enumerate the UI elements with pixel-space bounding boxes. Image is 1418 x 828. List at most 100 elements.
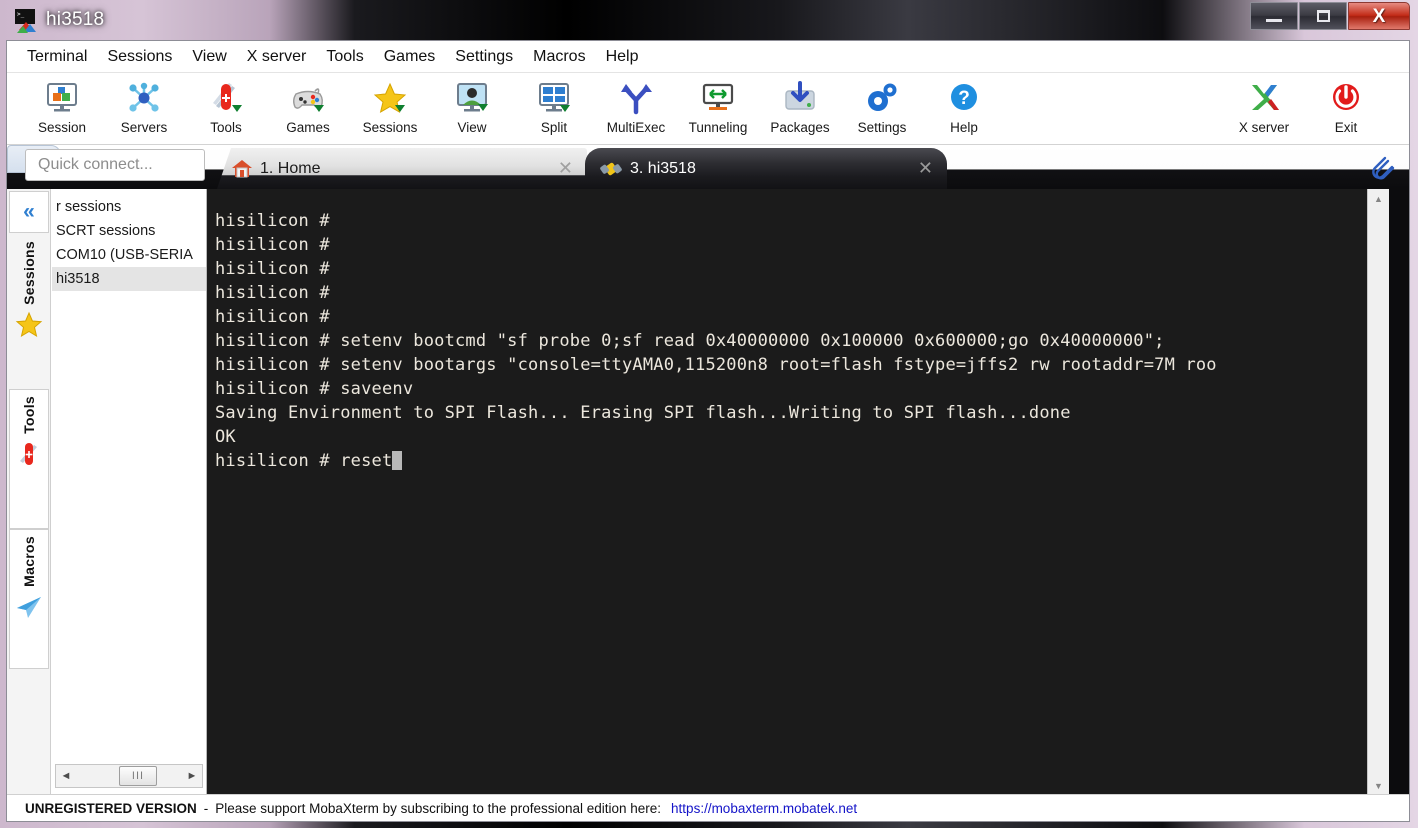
toolbar-x-server-button[interactable]: X server (1223, 75, 1305, 135)
sidebar-tab-macros-label: Macros (21, 536, 37, 587)
settings-gear-icon (868, 83, 897, 111)
toolbar-split-label: Split (540, 120, 568, 135)
tab-home-close-icon[interactable]: ✕ (558, 159, 573, 177)
toolbar-session-button[interactable]: Session (21, 75, 103, 135)
toolbar-packages-button[interactable]: Packages (759, 75, 841, 135)
terminal-line: hisilicon # setenv bootargs "console=tty… (215, 355, 1217, 375)
window-controls: X (1250, 2, 1410, 30)
toolbar-left-group: Session Servers Tools Games Sessions Vie… (21, 75, 1005, 135)
session-tree[interactable]: r sessions SCRT sessions COM10 (USB-SERI… (52, 189, 206, 769)
serial-plug-icon (600, 162, 622, 175)
title-bar[interactable]: >_ hi3518 X (0, 0, 1418, 42)
terminal-output: hisilicon # hisilicon # hisilicon # hisi… (215, 209, 1389, 473)
mobaxterm-window: >_ hi3518 X Terminal Sessions View X ser… (0, 0, 1418, 828)
status-link[interactable]: https://mobaxterm.mobatek.net (671, 801, 857, 816)
maximize-button[interactable] (1299, 2, 1347, 30)
sidebar-tab-tools-label: Tools (21, 396, 37, 434)
toolbar-right-group: X server Exit (1223, 75, 1387, 135)
svg-text:?: ? (958, 88, 970, 109)
star-icon (15, 311, 43, 337)
menu-help[interactable]: Help (596, 45, 649, 69)
toolbar-games-label: Games (286, 120, 330, 135)
svg-text:>_: >_ (17, 11, 25, 18)
home-icon (232, 159, 252, 177)
vscroll-up-arrow[interactable]: ▲ (1368, 189, 1389, 209)
split-icon (539, 83, 570, 112)
toolbar-tunneling-label: Tunneling (688, 120, 748, 135)
toolbar-view-button[interactable]: View (431, 75, 513, 135)
menu-terminal[interactable]: Terminal (17, 45, 97, 69)
toolbar-sessions-button[interactable]: Sessions (349, 75, 431, 135)
tab-hi3518[interactable]: 3. hi3518 ✕ (585, 148, 947, 189)
sidebar-collapse-button[interactable]: « (9, 191, 49, 233)
help-icon: ? (951, 84, 977, 110)
vscroll-down-arrow[interactable]: ▼ (1368, 776, 1389, 796)
exit-power-icon (1333, 84, 1359, 110)
hscroll-thumb[interactable]: III (119, 766, 157, 786)
toolbar-multiexec-button[interactable]: MultiExec (595, 75, 677, 135)
terminal-vscrollbar[interactable]: ▲ ▼ (1367, 189, 1389, 796)
session-tree-hscrollbar[interactable]: ◄ III ► (55, 764, 203, 788)
terminal-line: hisilicon # saveenv (215, 379, 414, 399)
toolbar-tools-button[interactable]: Tools (185, 75, 267, 135)
terminal-cursor (392, 451, 403, 470)
tree-item-r-sessions[interactable]: r sessions (52, 195, 206, 219)
terminal-line: Saving Environment to SPI Flash... Erasi… (215, 403, 1071, 423)
tab-hi3518-label: 3. hi3518 (630, 159, 696, 177)
status-unregistered-label: UNREGISTERED VERSION (25, 800, 197, 816)
terminal-pane[interactable]: hisilicon # hisilicon # hisilicon # hisi… (207, 189, 1389, 796)
menu-bar: Terminal Sessions View X server Tools Ga… (7, 41, 1409, 73)
tab-bar: Quick connect... 1. Home ✕ 3. hi3518 ✕ (7, 145, 1409, 189)
sidebar-tab-tools[interactable]: Tools (9, 389, 49, 529)
close-button[interactable]: X (1348, 2, 1410, 30)
toolbar-packages-label: Packages (770, 120, 830, 135)
toolbar-help-button[interactable]: ? Help (923, 75, 1005, 135)
tree-item-hi3518[interactable]: hi3518 (52, 267, 206, 291)
toolbar-view-label: View (457, 120, 487, 135)
menu-games[interactable]: Games (374, 45, 446, 69)
terminal-line: hisilicon # setenv bootcmd "sf probe 0;s… (215, 331, 1165, 351)
toolbar-servers-button[interactable]: Servers (103, 75, 185, 135)
toolbar-tunneling-button[interactable]: Tunneling (677, 75, 759, 135)
menu-macros[interactable]: Macros (523, 45, 595, 69)
terminal-line: hisilicon # (215, 235, 341, 255)
x-server-icon (1252, 85, 1279, 110)
tab-hi3518-close-icon[interactable]: ✕ (918, 159, 933, 177)
status-separator: - (203, 800, 209, 816)
sidebar-tab-sessions[interactable]: Sessions (9, 235, 49, 389)
sidebar-vertical-tabs: « Sessions Tools Macros (7, 189, 51, 796)
paperclip-icon[interactable] (1369, 153, 1395, 181)
sessions-star-icon (373, 82, 407, 114)
menu-x-server[interactable]: X server (237, 45, 317, 69)
tab-home[interactable]: 1. Home ✕ (217, 148, 587, 189)
menu-tools[interactable]: Tools (316, 45, 373, 69)
toolbar-multiexec-label: MultiExec (606, 120, 666, 135)
tree-item-scrt-sessions[interactable]: SCRT sessions (52, 219, 206, 243)
terminal-line: hisilicon # (215, 307, 341, 327)
hscroll-right-arrow[interactable]: ► (182, 770, 202, 782)
tree-item-com10[interactable]: COM10 (USB-SERIA (52, 243, 206, 267)
maximize-icon (1316, 10, 1330, 22)
toolbar-servers-label: Servers (120, 120, 168, 135)
quick-connect-input[interactable]: Quick connect... (25, 149, 205, 181)
sidebar: « Sessions Tools Macros r sessions SCRT … (7, 189, 207, 796)
paper-plane-icon (17, 596, 41, 618)
toolbar-settings-button[interactable]: Settings (841, 75, 923, 135)
toolbar-games-button[interactable]: Games (267, 75, 349, 135)
sidebar-tab-macros[interactable]: Macros (9, 529, 49, 669)
menu-view[interactable]: View (182, 45, 236, 69)
toolbar-split-button[interactable]: Split (513, 75, 595, 135)
hscroll-left-arrow[interactable]: ◄ (56, 770, 76, 782)
packages-icon (785, 81, 815, 110)
session-icon (47, 83, 77, 112)
minimize-button[interactable] (1250, 2, 1298, 30)
menu-sessions[interactable]: Sessions (97, 45, 182, 69)
toolbar-exit-button[interactable]: Exit (1305, 75, 1387, 135)
toolbar-x-server-label: X server (1238, 120, 1290, 135)
tool-bar: Session Servers Tools Games Sessions Vie… (7, 73, 1409, 145)
window-title: hi3518 (46, 9, 105, 30)
toolbar-session-label: Session (37, 120, 87, 135)
toolbar-settings-label: Settings (857, 120, 907, 135)
status-message: Please support MobaXterm by subscribing … (215, 800, 662, 816)
menu-settings[interactable]: Settings (445, 45, 523, 69)
